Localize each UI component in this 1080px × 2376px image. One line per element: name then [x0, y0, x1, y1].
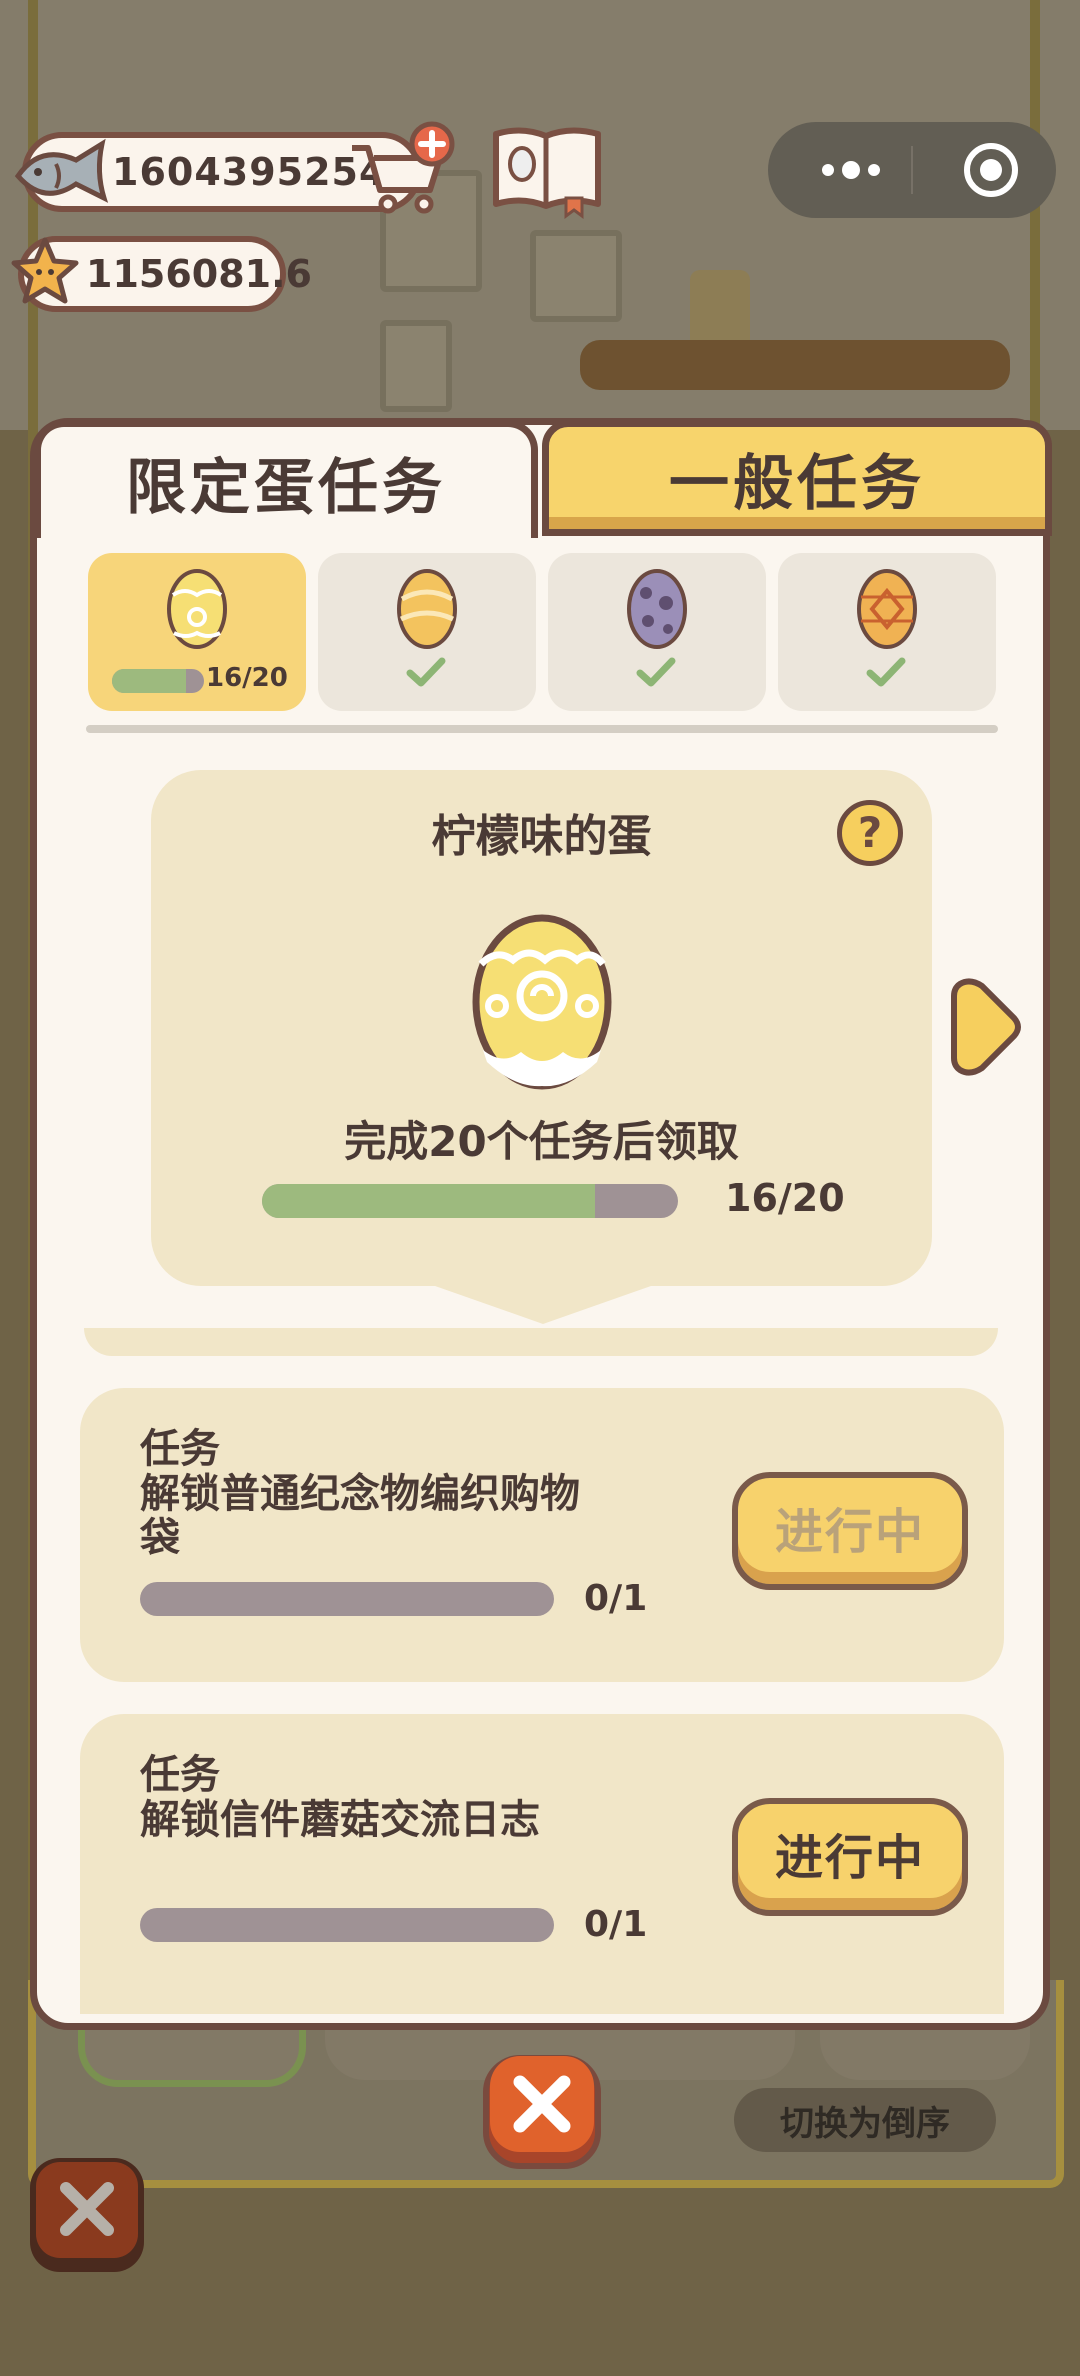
divider — [86, 725, 998, 733]
tab-general-tasks[interactable]: 一般任务 — [542, 420, 1052, 536]
reward-progress-fill — [262, 1184, 595, 1218]
next-egg-arrow-icon[interactable] — [948, 974, 1024, 1080]
sort-order-button[interactable]: 切换为倒序 — [734, 2088, 996, 2152]
purple-spotted-egg-icon — [627, 569, 687, 649]
task-card: 任务 解锁信件蘑菇交流日志 0/1 进行中 — [80, 1714, 1004, 2014]
close-icon[interactable] — [24, 2152, 150, 2278]
egg-selector: 16/20 — [88, 553, 996, 711]
task-progress-bar — [140, 1908, 554, 1942]
more-icon[interactable] — [806, 122, 896, 218]
egg-card-orange[interactable] — [318, 553, 536, 711]
task-card: 任务 解锁普通纪念物编织购物袋 0/1 进行中 — [80, 1388, 1004, 1682]
help-button[interactable]: ? — [837, 800, 903, 866]
reward-card-pointer — [418, 1280, 668, 1324]
reward-title: 柠檬味的蛋 — [431, 811, 652, 862]
reward-progress-bar — [262, 1184, 678, 1218]
close-panel-button[interactable] — [480, 2048, 604, 2172]
task-label: 任务 — [140, 1426, 220, 1472]
egg-card-lemon[interactable]: 16/20 — [88, 553, 306, 711]
close-miniprogram-icon[interactable] — [946, 122, 1036, 218]
task-progress-text: 0/1 — [584, 1904, 648, 1945]
completed-check-icon — [866, 657, 906, 687]
star-value: 1156081.6 — [86, 252, 312, 296]
lemon-egg-icon — [167, 569, 227, 649]
tab-label: 一般任务 — [669, 448, 925, 519]
task-status-button[interactable]: 进行中 — [732, 1472, 968, 1590]
egg-progress-text: 16/20 — [206, 663, 288, 693]
diamond-egg-icon — [857, 569, 917, 649]
task-status-button[interactable]: 进行中 — [732, 1798, 968, 1916]
task-progress-bar — [140, 1582, 554, 1616]
orange-egg-icon — [397, 569, 457, 649]
egg-progress-fill — [112, 669, 186, 693]
egg-card-purple[interactable] — [548, 553, 766, 711]
fish-icon — [14, 138, 109, 203]
reward-card-base — [84, 1328, 998, 1356]
egg-progress-bar — [112, 669, 204, 693]
egg-card-diamond[interactable] — [778, 553, 996, 711]
reward-progress-text: 16/20 — [725, 1176, 845, 1220]
task-description: 解锁信件蘑菇交流日志 — [140, 1797, 540, 1843]
reward-card: 柠檬味的蛋 ? 完成20个任务后领取 16/20 — [151, 770, 932, 1286]
task-description: 解锁普通纪念物编织购物袋 — [140, 1471, 580, 1561]
shop-cart-icon[interactable] — [346, 118, 456, 218]
reward-condition: 完成20个任务后领取 — [344, 1117, 739, 1166]
tab-limited-egg-tasks[interactable]: 限定蛋任务 — [34, 420, 538, 538]
wall-frame — [380, 320, 452, 412]
collection-book-icon[interactable] — [488, 120, 606, 220]
wall-frame — [530, 230, 622, 322]
completed-check-icon — [636, 657, 676, 687]
star-icon — [11, 237, 79, 304]
tab-label: 限定蛋任务 — [126, 453, 446, 523]
mini-program-capsule — [768, 122, 1056, 218]
capsule-divider — [911, 146, 913, 194]
completed-check-icon — [406, 657, 446, 687]
lemon-egg-icon — [472, 914, 612, 1090]
task-progress-text: 0/1 — [584, 1578, 648, 1619]
table — [580, 340, 1010, 390]
task-label: 任务 — [140, 1752, 220, 1798]
